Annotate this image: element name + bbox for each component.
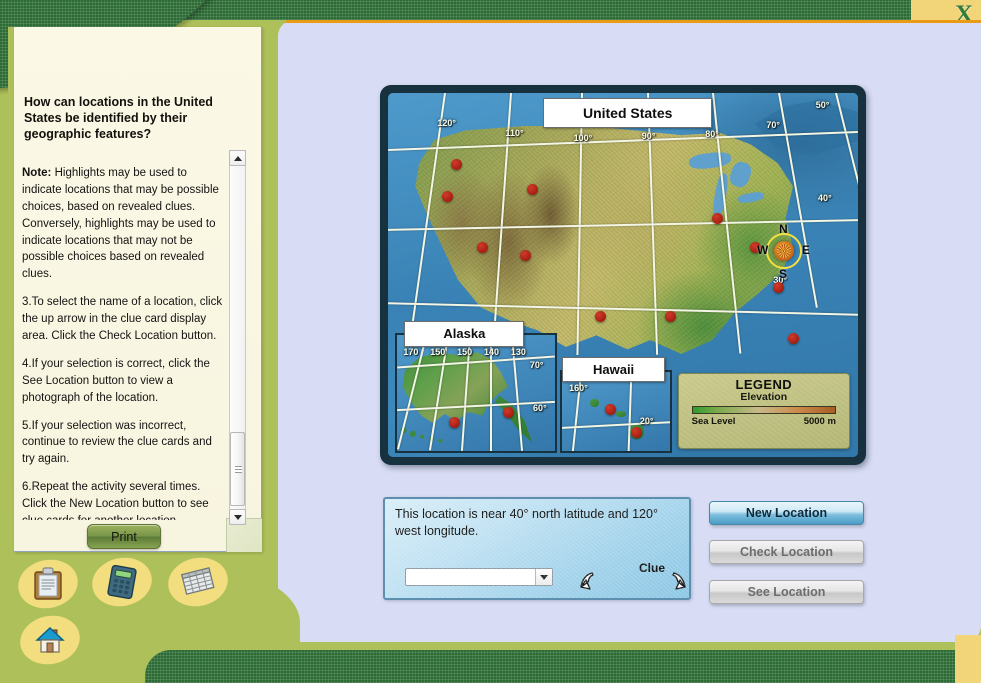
spreadsheet-tool-button[interactable] <box>163 552 233 612</box>
instructions-text: Note: Highlights may be used to indicate… <box>22 165 226 520</box>
map-title-callout: United States <box>543 98 713 129</box>
calculator-icon <box>92 558 152 606</box>
footer-corner <box>955 635 981 683</box>
arrow-forward-icon <box>672 572 686 590</box>
hawaii-island-kauai <box>589 398 599 408</box>
list-item: 5.If your selection was incorrect, conti… <box>22 419 212 466</box>
check-location-button[interactable]: Check Location <box>709 540 864 564</box>
hawaii-longitude-label-160: 160° <box>569 382 588 393</box>
longitude-label-70: 70° <box>766 120 780 131</box>
previous-clue-button[interactable] <box>579 571 609 600</box>
alaska-longitude-label-170: 170 <box>403 346 419 357</box>
list-item: Note: Highlights may be used to indicate… <box>22 167 219 281</box>
location-marker[interactable] <box>449 416 461 428</box>
legend-scale: Sea Level 5000 m <box>692 416 836 427</box>
alaska-latitude-label-70: 70° <box>529 359 544 370</box>
location-marker[interactable] <box>526 184 538 195</box>
grip-icon <box>235 466 242 473</box>
compass-east-label: E <box>801 243 810 258</box>
list-item: 3.To select the name of a location, clic… <box>22 296 223 343</box>
sidebar-scrollbar-thumb[interactable] <box>230 432 245 506</box>
footer-decor-band <box>145 650 981 683</box>
chevron-down-icon <box>233 514 242 520</box>
location-marker[interactable] <box>451 158 463 170</box>
map-legend: LEGEND Elevation Sea Level 5000 m <box>678 372 850 449</box>
page-title: How can locations in the United States b… <box>24 95 213 141</box>
hawaii-longitude-line-b <box>627 371 633 452</box>
hawaii-island-maui <box>615 410 626 418</box>
alaska-latitude-label-60: 60° <box>533 402 547 413</box>
clue-text: This location is near 40° north latitude… <box>395 507 658 538</box>
elevation-color-ramp <box>691 405 836 414</box>
clue-card: This location is near 40° north latitude… <box>383 497 691 600</box>
alaska-longitude-label-150b: 150 <box>457 346 473 357</box>
note-lead: Note: <box>22 167 52 179</box>
arrow-back-icon <box>580 572 594 590</box>
longitude-label-90: 90° <box>641 131 656 142</box>
legend-min-label: Sea Level <box>691 415 736 427</box>
location-select[interactable] <box>405 568 553 586</box>
legend-max-label: 5000 m <box>803 415 836 427</box>
us-relief-map[interactable]: 120° 110° 100° 90° 80° 70° 50° 40° 30° 1… <box>388 93 858 457</box>
scroll-up-button[interactable] <box>229 150 246 166</box>
next-clue-button[interactable] <box>657 571 687 600</box>
alaska-longitude-label-150: 150 <box>430 346 446 357</box>
compass-west-label: W <box>756 243 769 258</box>
legend-title: LEGEND <box>735 376 793 392</box>
compass-north-label: N <box>778 222 788 237</box>
location-marker[interactable] <box>787 333 799 345</box>
app-window: X How can locations in the United States… <box>0 0 981 683</box>
alaska-longitude-label-130: 130 <box>510 346 526 357</box>
alaska-longitude-label-140: 140 <box>484 346 500 357</box>
clipboard-icon <box>18 560 78 608</box>
list-item: 4.If your selection is correct, click th… <box>22 357 210 404</box>
select-arrow-box[interactable] <box>535 569 552 585</box>
scroll-down-button[interactable] <box>229 509 246 525</box>
instructions-scroll-region[interactable]: Note: Highlights may be used to indicate… <box>22 165 226 520</box>
home-tool-button[interactable] <box>15 610 85 670</box>
latitude-label-40: 40° <box>818 193 832 204</box>
longitude-label-120: 120° <box>437 118 456 129</box>
new-location-button[interactable]: New Location <box>709 501 864 525</box>
compass-star <box>773 241 794 262</box>
map-container[interactable]: 120° 110° 100° 90° 80° 70° 50° 40° 30° 1… <box>380 85 866 465</box>
spreadsheet-icon <box>168 558 228 606</box>
chevron-up-icon <box>233 155 242 161</box>
hawaii-label-callout: Hawaii <box>561 356 666 383</box>
see-location-button[interactable]: See Location <box>709 580 864 604</box>
location-marker[interactable] <box>605 403 617 415</box>
longitude-label-80: 80° <box>705 129 719 140</box>
chevron-down-icon <box>540 574 548 580</box>
list-item: 6.Repeat the activity several times. Cli… <box>22 481 209 520</box>
compass-rose-icon: N S W E <box>756 222 811 282</box>
location-marker[interactable] <box>519 249 531 261</box>
home-icon <box>20 616 80 664</box>
alaska-inset-map[interactable]: 170 150 150 140 130 70° 60° <box>395 333 558 454</box>
legend-subtitle: Elevation <box>740 390 788 403</box>
calculator-tool-button[interactable] <box>87 552 157 612</box>
compass-south-label: S <box>778 267 787 282</box>
longitude-label-50: 50° <box>815 99 830 110</box>
sidebar-right-edge <box>262 27 272 552</box>
hawaii-latitude-label-20: 20° <box>639 416 654 427</box>
notepad-tool-button[interactable] <box>13 554 83 614</box>
print-button[interactable]: Print <box>87 524 161 549</box>
longitude-label-100: 100° <box>573 133 593 144</box>
accent-divider <box>285 20 981 23</box>
longitude-label-110: 110° <box>505 127 524 138</box>
alaska-label-callout: Alaska <box>404 320 525 347</box>
hawaii-latitude-line-20 <box>561 421 671 430</box>
